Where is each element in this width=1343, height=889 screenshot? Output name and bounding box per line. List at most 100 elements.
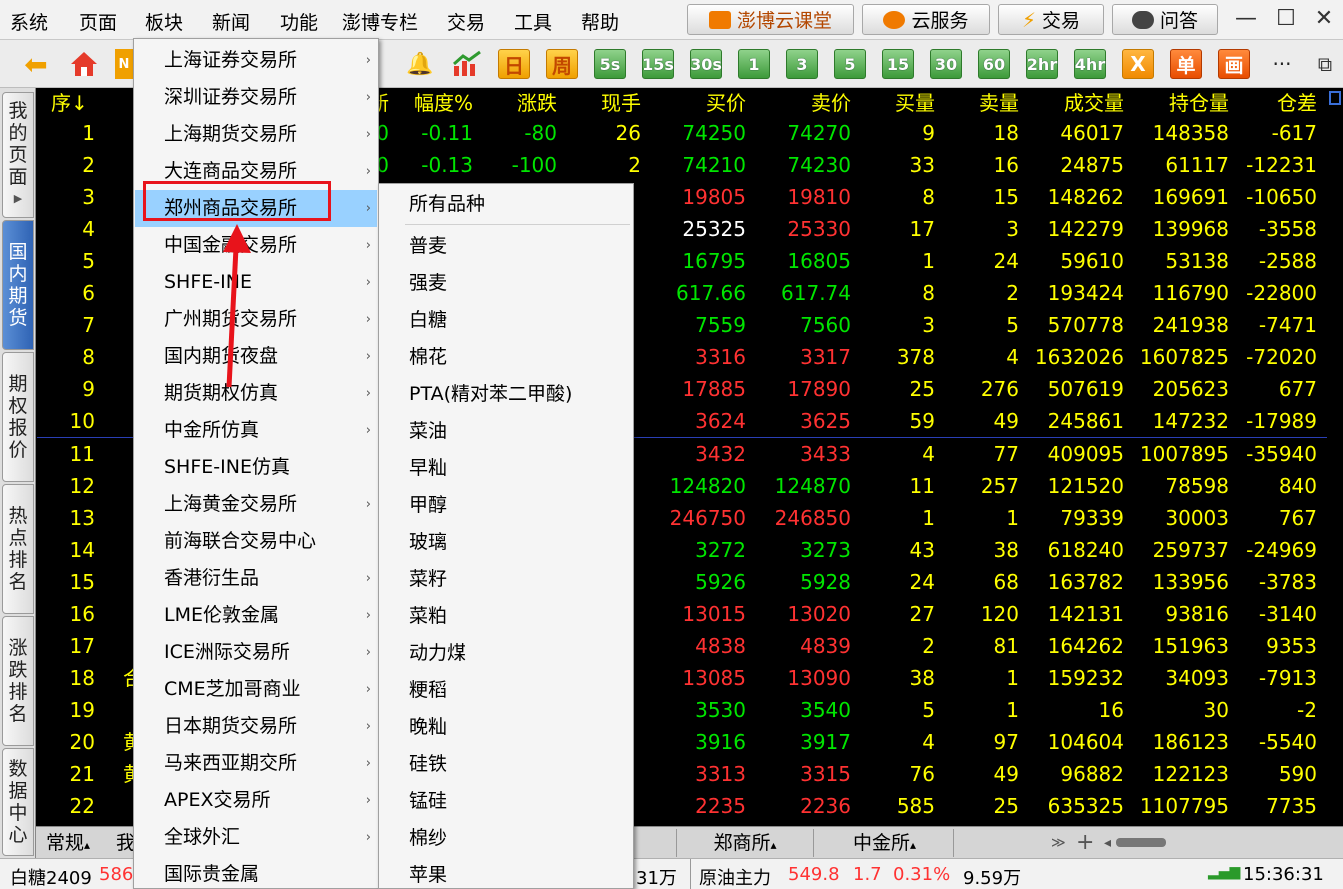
submenu-item[interactable]: 动力煤: [409, 638, 466, 668]
exchange-menu-item[interactable]: 上海期货交易所 ›: [135, 116, 377, 153]
exchange-menu-item[interactable]: 国际贵金属: [135, 856, 377, 889]
submenu-all-products[interactable]: 所有品种: [409, 189, 485, 219]
exchange-menu-item[interactable]: 香港衍生品 ›: [135, 560, 377, 597]
column-header[interactable]: 买价: [641, 88, 746, 118]
add-tab-icon[interactable]: +: [1076, 829, 1094, 857]
trade-button[interactable]: ⚡ 交易: [998, 4, 1104, 35]
exchange-menu-item[interactable]: 广州期货交易所 ›: [135, 301, 377, 338]
scroll-left-icon[interactable]: ◂: [1104, 829, 1111, 857]
column-settings-icon[interactable]: [1329, 91, 1341, 105]
cloud-service-button[interactable]: 云服务: [862, 4, 990, 35]
tab-options-quotes[interactable]: 期权报价: [2, 352, 34, 482]
submenu-item[interactable]: 晚籼: [409, 712, 447, 742]
order-button[interactable]: 单: [1170, 49, 1202, 79]
interval-15s-button[interactable]: 15s: [642, 49, 674, 79]
interval-5s-button[interactable]: 5s: [594, 49, 626, 79]
submenu-item[interactable]: 硅铁: [409, 749, 447, 779]
tab-change-ranking[interactable]: 涨跌排名: [2, 616, 34, 746]
submenu-item[interactable]: 苹果: [409, 860, 447, 889]
home-icon[interactable]: [66, 49, 102, 79]
interval-3-button[interactable]: 3: [786, 49, 818, 79]
chart-up-icon[interactable]: [450, 49, 484, 79]
bottom-tab-zce[interactable]: 郑商所▴: [676, 829, 814, 857]
column-header[interactable]: 序↓: [37, 88, 93, 118]
exchange-menu-item[interactable]: SHFE-INE仿真: [135, 449, 377, 486]
submenu-item[interactable]: 普麦: [409, 231, 447, 261]
menu-sector[interactable]: 板块: [145, 8, 183, 35]
exchange-menu-item[interactable]: CME芝加哥商业 ›: [135, 671, 377, 708]
exchange-menu-item[interactable]: 中国金融交易所 ›: [135, 227, 377, 264]
interval-60-button[interactable]: 60: [978, 49, 1010, 79]
tab-data-center[interactable]: 数据中心: [2, 748, 34, 856]
interval-4hr-button[interactable]: 4hr: [1074, 49, 1106, 79]
column-header[interactable]: 买量: [851, 88, 935, 118]
interval-2hr-button[interactable]: 2hr: [1026, 49, 1058, 79]
tab-domestic-futures[interactable]: 国内期货: [2, 220, 34, 350]
submenu-item[interactable]: 甲醇: [409, 490, 447, 520]
submenu-item[interactable]: 白糖: [409, 305, 447, 335]
tab-my-page[interactable]: 我的页面 ▶: [2, 92, 34, 218]
submenu-item[interactable]: 粳稻: [409, 675, 447, 705]
submenu-item[interactable]: 强麦: [409, 268, 447, 298]
tab-hot-ranking[interactable]: 热点排名: [2, 484, 34, 614]
period-week-button[interactable]: 周: [546, 49, 578, 79]
period-day-button[interactable]: 日: [498, 49, 530, 79]
exchange-menu-item[interactable]: 全球外汇 ›: [135, 819, 377, 856]
bell-icon[interactable]: 🔔: [404, 49, 436, 79]
column-header[interactable]: 仓差: [1229, 88, 1317, 118]
horizontal-scrollbar[interactable]: [1116, 838, 1166, 847]
more-icon[interactable]: ···: [1266, 49, 1298, 79]
news-icon[interactable]: N: [115, 49, 133, 79]
exchange-menu-item[interactable]: 上海证券交易所 ›: [135, 42, 377, 79]
exchange-menu-item[interactable]: 日本期货交易所 ›: [135, 708, 377, 745]
interval-1-button[interactable]: 1: [738, 49, 770, 79]
right-scroll-area[interactable]: [1327, 88, 1343, 826]
interval-30-button[interactable]: 30: [930, 49, 962, 79]
menu-page[interactable]: 页面: [79, 8, 117, 35]
x-button[interactable]: X: [1122, 49, 1154, 79]
submenu-item[interactable]: 早籼: [409, 453, 447, 483]
exchange-menu-item[interactable]: 国内期货夜盘 ›: [135, 338, 377, 375]
minimize-button[interactable]: —: [1230, 4, 1262, 34]
submenu-item[interactable]: PTA(精对苯二甲酸): [409, 379, 572, 409]
menu-help[interactable]: 帮助: [581, 8, 619, 35]
exchange-menu-item[interactable]: LME伦敦金属 ›: [135, 597, 377, 634]
back-arrow-icon[interactable]: ⬅: [18, 48, 54, 81]
menu-news[interactable]: 新闻: [212, 8, 250, 35]
exchange-menu-item[interactable]: 中金所仿真 ›: [135, 412, 377, 449]
submenu-item[interactable]: 菜粕: [409, 601, 447, 631]
menu-tools[interactable]: 工具: [514, 8, 552, 35]
scroll-up-icon[interactable]: ≫: [1051, 829, 1066, 857]
exchange-menu-item[interactable]: ICE洲际交易所 ›: [135, 634, 377, 671]
exchange-menu-item[interactable]: APEX交易所 ›: [135, 782, 377, 819]
column-header[interactable]: 卖量: [935, 88, 1019, 118]
interval-15-button[interactable]: 15: [882, 49, 914, 79]
bottom-tab-general[interactable]: 常规▴: [46, 829, 90, 857]
submenu-item[interactable]: 玻璃: [409, 527, 447, 557]
column-header[interactable]: 幅度%: [389, 88, 473, 118]
submenu-item[interactable]: 棉花: [409, 342, 447, 372]
exchange-menu-item[interactable]: 马来西亚期交所 ›: [135, 745, 377, 782]
submenu-item[interactable]: 菜油: [409, 416, 447, 446]
cloud-class-button[interactable]: 澎博云课堂: [687, 4, 854, 35]
interval-5-button[interactable]: 5: [834, 49, 866, 79]
interval-30s-button[interactable]: 30s: [690, 49, 722, 79]
exchange-menu-item[interactable]: 期货期权仿真 ›: [135, 375, 377, 412]
draw-button[interactable]: 画: [1218, 49, 1250, 79]
exchange-menu-item[interactable]: SHFE-INE ›: [135, 264, 377, 301]
submenu-item[interactable]: 锰硅: [409, 786, 447, 816]
column-header[interactable]: 成交量: [1019, 88, 1124, 118]
column-header[interactable]: 涨跌: [473, 88, 557, 118]
bottom-tab-cffex[interactable]: 中金所▴: [816, 829, 954, 857]
menu-system[interactable]: 系统: [10, 8, 48, 35]
close-button[interactable]: ✕: [1308, 4, 1340, 34]
menu-trade[interactable]: 交易: [447, 8, 485, 35]
exchange-menu-item[interactable]: 深圳证券交易所 ›: [135, 79, 377, 116]
column-header[interactable]: 卖价: [746, 88, 851, 118]
exchange-menu-item[interactable]: 前海联合交易中心: [135, 523, 377, 560]
qa-button[interactable]: 问答: [1112, 4, 1218, 35]
column-header[interactable]: 持仓量: [1124, 88, 1229, 118]
menu-column[interactable]: 澎博专栏: [342, 8, 418, 35]
menu-function[interactable]: 功能: [280, 8, 318, 35]
submenu-item[interactable]: 棉纱: [409, 823, 447, 853]
